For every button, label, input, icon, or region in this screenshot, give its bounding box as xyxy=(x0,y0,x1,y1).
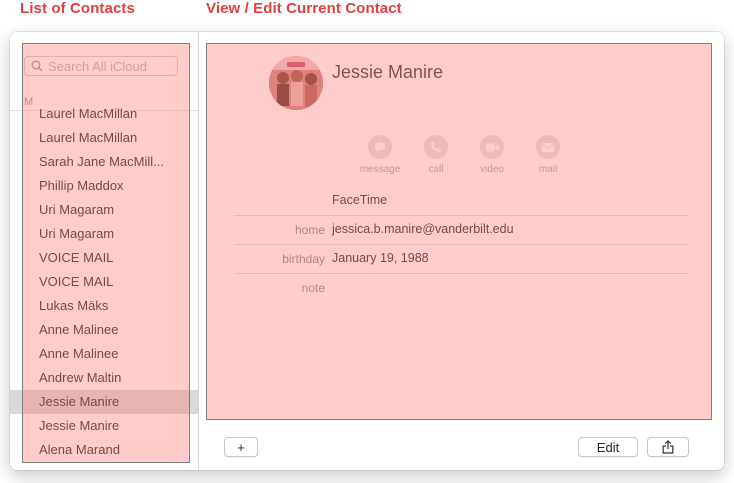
edit-button[interactable]: Edit xyxy=(578,437,638,457)
search-input[interactable]: Search All iCloud xyxy=(24,56,178,76)
contact-detail-pane: Jessie Manire message call video mail Fa… xyxy=(198,32,724,470)
search-placeholder: Search All iCloud xyxy=(48,58,147,74)
message-action[interactable]: message xyxy=(352,135,408,175)
field-row-note: note xyxy=(234,273,688,302)
contact-list-item[interactable]: Sarah Jane MacMill... xyxy=(10,150,198,174)
contact-list-item[interactable]: Anne Malinee xyxy=(10,342,198,366)
facetime-value[interactable]: FaceTime xyxy=(332,193,387,207)
contact-actions: message call video mail xyxy=(352,135,576,175)
facetime-row: FaceTime xyxy=(234,186,688,216)
message-label: message xyxy=(359,164,401,175)
avatar-photo xyxy=(269,56,323,110)
contact-list-item[interactable]: Laurel MacMillan xyxy=(10,102,198,126)
contacts-window: Search All iCloud M Laurel MacMillan Laur… xyxy=(10,32,724,470)
share-icon xyxy=(662,440,674,454)
message-icon xyxy=(368,135,392,159)
call-label: call xyxy=(428,164,444,175)
video-icon xyxy=(480,135,504,159)
search-icon xyxy=(31,60,43,72)
annotation-view-edit-contact: View / Edit Current Contact xyxy=(206,0,402,17)
contact-list-item[interactable]: Jessie Manire xyxy=(10,414,198,438)
contact-list-item[interactable]: Lukas Mäks xyxy=(10,294,198,318)
field-label-birthday: birthday xyxy=(282,252,325,266)
contacts-sidebar: Search All iCloud M Laurel MacMillan Laur… xyxy=(10,32,199,470)
contact-list-item[interactable]: Uri Magaram xyxy=(10,198,198,222)
contact-name: Jessie Manire xyxy=(332,62,444,82)
contact-list-item[interactable]: Andrew Maltin xyxy=(10,366,198,390)
mail-label: mail xyxy=(538,164,558,175)
field-row-birthday: birthday January 19, 1988 xyxy=(234,244,688,274)
contact-list-item[interactable]: Uri Magaram xyxy=(10,222,198,246)
contact-list-item[interactable]: Jessie Manire xyxy=(10,390,198,414)
contact-list-item[interactable]: VOICE MAIL xyxy=(10,270,198,294)
contact-avatar[interactable] xyxy=(269,56,323,110)
call-action[interactable]: call xyxy=(408,135,464,175)
mail-action[interactable]: mail xyxy=(520,135,576,175)
field-label-home: home xyxy=(294,223,325,237)
phone-icon xyxy=(424,135,448,159)
video-action[interactable]: video xyxy=(464,135,520,175)
add-contact-button[interactable]: + xyxy=(224,437,258,457)
field-value-home[interactable]: jessica.b.manire@vanderbilt.edu xyxy=(332,222,514,236)
field-value-birthday[interactable]: January 19, 1988 xyxy=(332,251,429,265)
contact-list-item[interactable]: VOICE MAIL xyxy=(10,246,198,270)
contact-list-item[interactable]: Alena Marand xyxy=(10,438,198,462)
contact-list-item[interactable]: Laurel MacMillan xyxy=(10,126,198,150)
contact-list-item[interactable]: Anne Malinee xyxy=(10,318,198,342)
video-label: video xyxy=(480,164,504,175)
mail-icon xyxy=(536,135,560,159)
contact-list-item[interactable]: Phillip Maddox xyxy=(10,174,198,198)
field-label-note: note xyxy=(301,281,325,295)
annotation-list-of-contacts: List of Contacts xyxy=(20,0,135,17)
contact-list: Laurel MacMillan Laurel MacMillan Sarah Ja… xyxy=(10,102,198,462)
share-button[interactable] xyxy=(647,437,689,457)
field-row-home: home jessica.b.manire@vanderbilt.edu xyxy=(234,215,688,245)
